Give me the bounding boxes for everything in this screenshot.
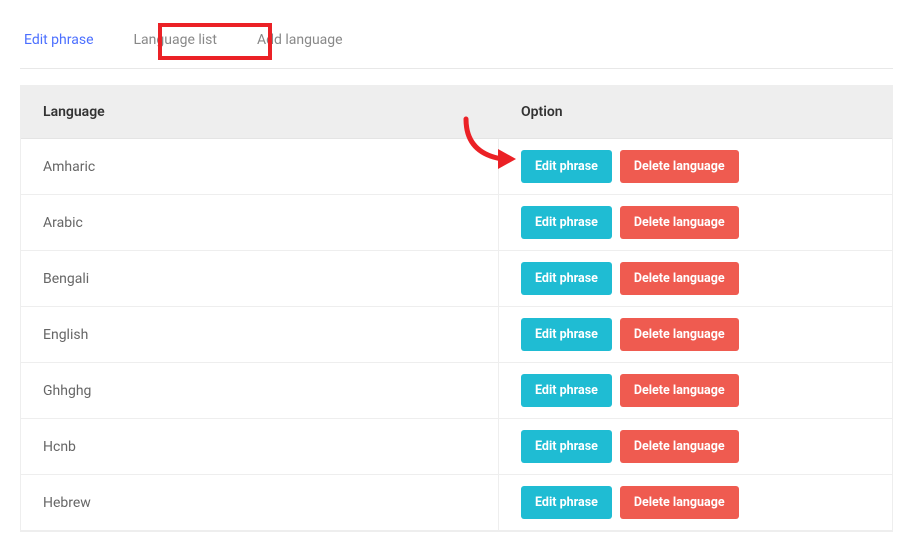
tab-edit-phrase[interactable]: Edit phrase — [24, 30, 94, 50]
edit-phrase-button[interactable]: Edit phrase — [521, 206, 612, 239]
table-row: HcnbEdit phraseDelete language — [21, 419, 892, 475]
table-row: HebrewEdit phraseDelete language — [21, 475, 892, 531]
edit-phrase-button[interactable]: Edit phrase — [521, 486, 612, 519]
option-cell: Edit phraseDelete language — [499, 419, 892, 474]
edit-phrase-button[interactable]: Edit phrase — [521, 262, 612, 295]
delete-language-button[interactable]: Delete language — [620, 486, 739, 519]
edit-phrase-button[interactable]: Edit phrase — [521, 150, 612, 183]
language-name: Hcnb — [21, 419, 499, 474]
table-row: ArabicEdit phraseDelete language — [21, 195, 892, 251]
option-cell: Edit phraseDelete language — [499, 475, 892, 530]
header-language: Language — [21, 86, 499, 138]
delete-language-button[interactable]: Delete language — [620, 374, 739, 407]
option-cell: Edit phraseDelete language — [499, 139, 892, 194]
delete-language-button[interactable]: Delete language — [620, 206, 739, 239]
language-name: Amharic — [21, 139, 499, 194]
tab-add-language[interactable]: Add language — [257, 30, 343, 50]
language-name: Hebrew — [21, 475, 499, 530]
language-table: Language Option AmharicEdit phraseDelete… — [20, 85, 893, 532]
delete-language-button[interactable]: Delete language — [620, 262, 739, 295]
table-row: AmharicEdit phraseDelete language — [21, 139, 892, 195]
table-header: Language Option — [21, 86, 892, 139]
language-name: Ghhghg — [21, 363, 499, 418]
tab-language-list[interactable]: Language list — [134, 30, 217, 50]
edit-phrase-button[interactable]: Edit phrase — [521, 318, 612, 351]
edit-phrase-button[interactable]: Edit phrase — [521, 430, 612, 463]
delete-language-button[interactable]: Delete language — [620, 430, 739, 463]
delete-language-button[interactable]: Delete language — [620, 318, 739, 351]
option-cell: Edit phraseDelete language — [499, 363, 892, 418]
tabs-nav: Edit phrase Language list Add language — [20, 0, 893, 69]
option-cell: Edit phraseDelete language — [499, 251, 892, 306]
language-name: Arabic — [21, 195, 499, 250]
table-row: EnglishEdit phraseDelete language — [21, 307, 892, 363]
table-row: GhhghgEdit phraseDelete language — [21, 363, 892, 419]
edit-phrase-button[interactable]: Edit phrase — [521, 374, 612, 407]
delete-language-button[interactable]: Delete language — [620, 150, 739, 183]
header-option: Option — [499, 86, 892, 138]
language-name: Bengali — [21, 251, 499, 306]
option-cell: Edit phraseDelete language — [499, 307, 892, 362]
option-cell: Edit phraseDelete language — [499, 195, 892, 250]
table-row: BengaliEdit phraseDelete language — [21, 251, 892, 307]
language-name: English — [21, 307, 499, 362]
